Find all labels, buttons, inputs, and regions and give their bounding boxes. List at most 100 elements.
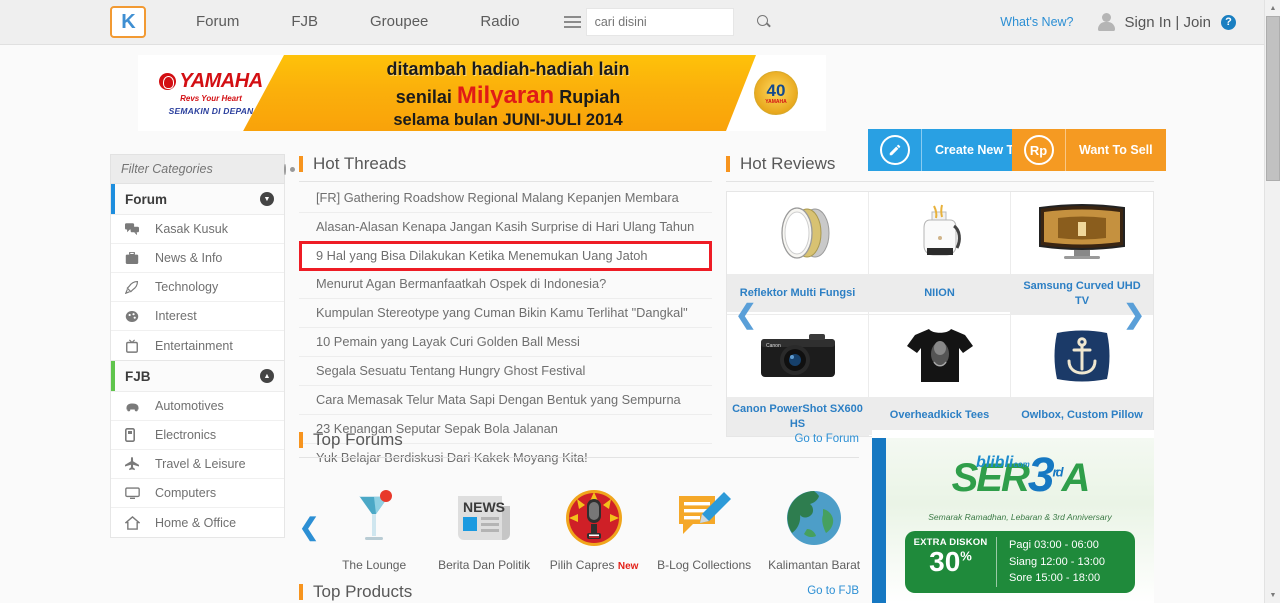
nav-item-fjb[interactable]: FJB	[265, 0, 344, 44]
review-label: NIION	[869, 274, 1010, 312]
nav-item-forum[interactable]: Forum	[170, 0, 265, 44]
page-scrollbar[interactable]: ▲ ▼	[1264, 0, 1280, 603]
header-right-area: What's New? Sign In | Join ?	[1000, 13, 1236, 31]
filter-categories-input[interactable]	[121, 162, 284, 176]
thread-item[interactable]: Kumpulan Stereotype yang Cuman Bikin Kam…	[299, 299, 712, 328]
monitor-icon	[125, 486, 155, 500]
forum-card-label: Berita Dan Politik	[429, 558, 539, 572]
user-avatar-icon[interactable]	[1097, 13, 1115, 31]
top-products-section: Top Products Go to FJB	[299, 582, 859, 603]
forum-card-berita-dan-politik[interactable]: NEWS Berita Dan Politik	[429, 485, 539, 572]
thread-item[interactable]: Alasan-Alasan Kenapa Jangan Kasih Surpri…	[299, 213, 712, 242]
nav-item-groupee[interactable]: Groupee	[344, 0, 454, 44]
ad-discount-number: 30	[929, 546, 961, 577]
thread-item[interactable]: 10 Pemain yang Layak Curi Golden Ball Me…	[299, 328, 712, 357]
review-card[interactable]: Reflektor Multi Fungsi	[727, 192, 869, 315]
page-root: K Forum FJB Groupee Radio What's New? Si…	[0, 0, 1280, 603]
thread-item[interactable]: Cara Memasak Telur Mata Sapi Dengan Bent…	[299, 386, 712, 415]
sidebar-item-automotives[interactable]: Automotives	[111, 392, 284, 421]
sidebar-item-label: Automotives	[155, 399, 224, 413]
thread-item[interactable]: Segala Sesuatu Tentang Hungry Ghost Fest…	[299, 357, 712, 386]
go-to-fjb-link[interactable]: Go to FJB	[807, 585, 859, 599]
yamaha-slogan: SEMAKIN DI DEPAN	[168, 106, 254, 116]
sidebar-item-kasak-kusuk[interactable]: Kasak Kusuk	[111, 215, 284, 244]
blibli-ad-banner[interactable]: bliblicom SER3rdA Semarak Ramadhan, Leba…	[872, 430, 1154, 603]
ad-time-row: Siang 12:00 - 13:00	[1009, 555, 1106, 568]
review-card[interactable]: Samsung Curved UHD TV	[1011, 192, 1153, 315]
thread-item[interactable]: [FR] Gathering Roadshow Regional Malang …	[299, 184, 712, 213]
review-card[interactable]: NIION	[869, 192, 1011, 315]
sidebar-item-interest[interactable]: Interest	[111, 302, 284, 331]
sidebar-item-news-info[interactable]: News & Info	[111, 244, 284, 273]
forum-label-text: Pilih Capres	[549, 557, 615, 572]
whats-new-link[interactable]: What's New?	[1000, 15, 1073, 29]
sign-in-link[interactable]: Sign In	[1125, 14, 1172, 31]
filter-categories-box[interactable]	[110, 154, 295, 184]
sidebar-item-computers[interactable]: Computers	[111, 479, 284, 508]
ad-discount-value: 30%	[905, 548, 996, 576]
sidebar-group-fjb: FJB ▲ Automotives Electronics Travel & L…	[110, 361, 285, 538]
banner-line-2: senilai Milyaran Rupiah	[288, 81, 728, 110]
globe-icon	[759, 485, 869, 551]
banner-line-3: selama bulan JUNI-JULI 2014	[393, 111, 623, 130]
kaskus-k-logo-icon[interactable]: K	[110, 6, 146, 38]
group-accent-bar	[111, 184, 115, 214]
nav-item-radio[interactable]: Radio	[454, 0, 545, 44]
go-to-forum-link[interactable]: Go to Forum	[794, 433, 859, 447]
sidebar-item-label: Interest	[155, 309, 197, 323]
blibli-brand: blibli	[976, 454, 1014, 471]
forum-card-pilih-capres[interactable]: Pilih Capres New	[539, 485, 649, 572]
sidebar-item-label: Travel & Leisure	[155, 457, 246, 471]
sidebar-item-entertainment[interactable]: Entertainment	[111, 331, 284, 360]
ad-time-row: Sore 15:00 - 18:00	[1009, 572, 1101, 584]
ad-discount-symbol: %	[960, 548, 972, 564]
sidebar-group-header-forum[interactable]: Forum ▼	[111, 184, 284, 215]
scrollbar-thumb[interactable]	[1266, 16, 1280, 181]
chevron-right-icon[interactable]: ❯	[1123, 301, 1145, 327]
sidebar-item-label: Technology	[155, 280, 219, 294]
scroll-up-arrow-icon[interactable]: ▲	[1265, 0, 1280, 16]
palette-icon	[125, 310, 155, 323]
top-forums-title-row: Top Forums Go to Forum	[299, 430, 859, 458]
review-card[interactable]: Canon Canon PowerShot SX600 HS	[727, 314, 869, 437]
join-link[interactable]: Join	[1183, 14, 1211, 31]
tv-icon	[125, 338, 155, 353]
review-card[interactable]: Owlbox, Custom Pillow	[1011, 314, 1153, 437]
thread-item[interactable]: Menurut Agan Bermanfaatkah Ospek di Indo…	[299, 270, 712, 299]
sidebar-group-title-fjb: FJB	[125, 368, 151, 384]
microphone-icon	[539, 485, 649, 551]
chevron-left-icon[interactable]: ❮	[299, 516, 319, 540]
chevron-up-icon[interactable]: ▲	[260, 369, 274, 383]
forum-card-b-log-collections[interactable]: B-Log Collections	[649, 485, 759, 572]
banner-row: YAMAHA Revs Your Heart SEMAKIN DI DEPAN …	[0, 55, 1264, 171]
review-card[interactable]: Overheadkick Tees	[869, 314, 1011, 437]
primary-nav: Forum FJB Groupee Radio	[170, 0, 546, 44]
section-accent-bar	[726, 156, 730, 172]
hot-threads-section: Hot Threads [FR] Gathering Roadshow Regi…	[299, 154, 712, 473]
sidebar-item-label: Home & Office	[155, 515, 237, 530]
chevron-down-icon[interactable]: ▼	[260, 192, 274, 206]
sidebar-item-label: News & Info	[155, 251, 223, 265]
thread-item-highlighted[interactable]: 9 Hal yang Bisa Dilakukan Ketika Menemuk…	[299, 240, 712, 271]
search-box[interactable]	[585, 8, 768, 36]
sidebar-item-travel-leisure[interactable]: Travel & Leisure	[111, 450, 284, 479]
hamburger-icon[interactable]	[560, 7, 586, 37]
sidebar-item-home-office[interactable]: Home & Office	[111, 508, 284, 537]
airplane-icon	[125, 457, 155, 471]
badge-sub: YAMAHA	[765, 98, 787, 105]
site-header: K Forum FJB Groupee Radio What's New? Si…	[0, 0, 1264, 45]
help-icon[interactable]: ?	[1221, 14, 1236, 30]
top-forums-title: Top Forums	[313, 430, 403, 449]
forum-card-label: B-Log Collections	[649, 558, 759, 572]
yamaha-ad-banner[interactable]: YAMAHA Revs Your Heart SEMAKIN DI DEPAN …	[138, 55, 826, 131]
scroll-down-arrow-icon[interactable]: ▼	[1265, 587, 1280, 603]
search-input[interactable]	[594, 15, 756, 29]
sidebar-item-electronics[interactable]: Electronics	[111, 421, 284, 450]
forum-card-kalimantan-barat[interactable]: Kalimantan Barat	[759, 485, 869, 572]
mobile-phone-icon	[125, 428, 155, 442]
chevron-left-icon[interactable]: ❮	[735, 301, 757, 327]
backpack-image	[869, 192, 1010, 274]
sidebar-item-technology[interactable]: Technology	[111, 273, 284, 302]
forum-card-the-lounge[interactable]: The Lounge	[319, 485, 429, 572]
sidebar-group-header-fjb[interactable]: FJB ▲	[111, 361, 284, 392]
